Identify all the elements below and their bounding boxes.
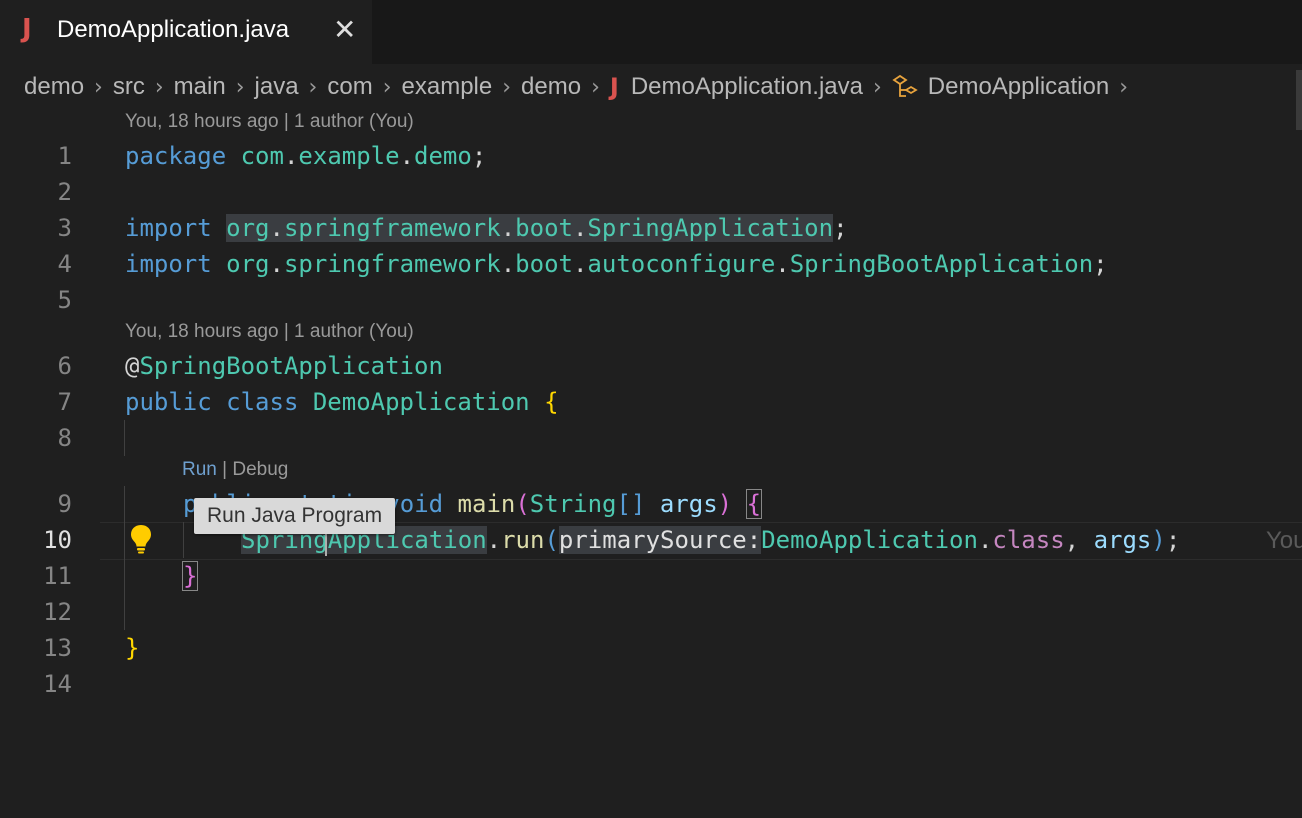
run-tooltip: Run Java Program (194, 498, 396, 534)
inline-blame: You (1266, 527, 1302, 554)
code-line-3: import org.springframework.boot.SpringAp… (125, 214, 848, 242)
line-number: 7 (57, 388, 72, 416)
code-editor[interactable]: 1 2 3 4 5 6 7 8 9 10 11 12 13 14 You, 18… (0, 0, 1302, 818)
code-line-7: public class DemoApplication { (125, 388, 559, 416)
line-number-active: 10 (43, 526, 72, 554)
line-number: 1 (57, 142, 72, 170)
code-line-6: @SpringBootApplication (125, 352, 443, 380)
run-codelens[interactable]: Run (182, 459, 217, 480)
code-line-11: } (181, 561, 199, 591)
line-number: 8 (57, 424, 72, 452)
line-number: 5 (57, 286, 72, 314)
line-number: 12 (43, 598, 72, 626)
indent-guide (124, 486, 125, 630)
indent-guide (124, 420, 125, 456)
indent-guide (183, 522, 184, 558)
line-number: 3 (57, 214, 72, 242)
code-line-13: } (125, 634, 140, 662)
line-number: 9 (57, 490, 72, 518)
lightbulb-icon[interactable] (130, 524, 152, 554)
line-number: 2 (57, 178, 72, 206)
code-line-4: import org.springframework.boot.autoconf… (125, 250, 1108, 278)
line-number: 4 (57, 250, 72, 278)
line-number: 13 (43, 634, 72, 662)
code-line-1: package com.example.demo; (125, 142, 487, 170)
blame-codelens[interactable]: You, 18 hours ago | 1 author (You) (125, 111, 414, 133)
line-number: 14 (43, 670, 72, 698)
run-debug-codelens: Run | Debug (182, 459, 289, 480)
inlay-hint: primarySource: (558, 526, 762, 554)
line-number: 6 (57, 352, 72, 380)
debug-codelens[interactable]: Debug (232, 459, 288, 480)
line-number: 11 (43, 562, 72, 590)
blame-codelens[interactable]: You, 18 hours ago | 1 author (You) (125, 321, 414, 343)
